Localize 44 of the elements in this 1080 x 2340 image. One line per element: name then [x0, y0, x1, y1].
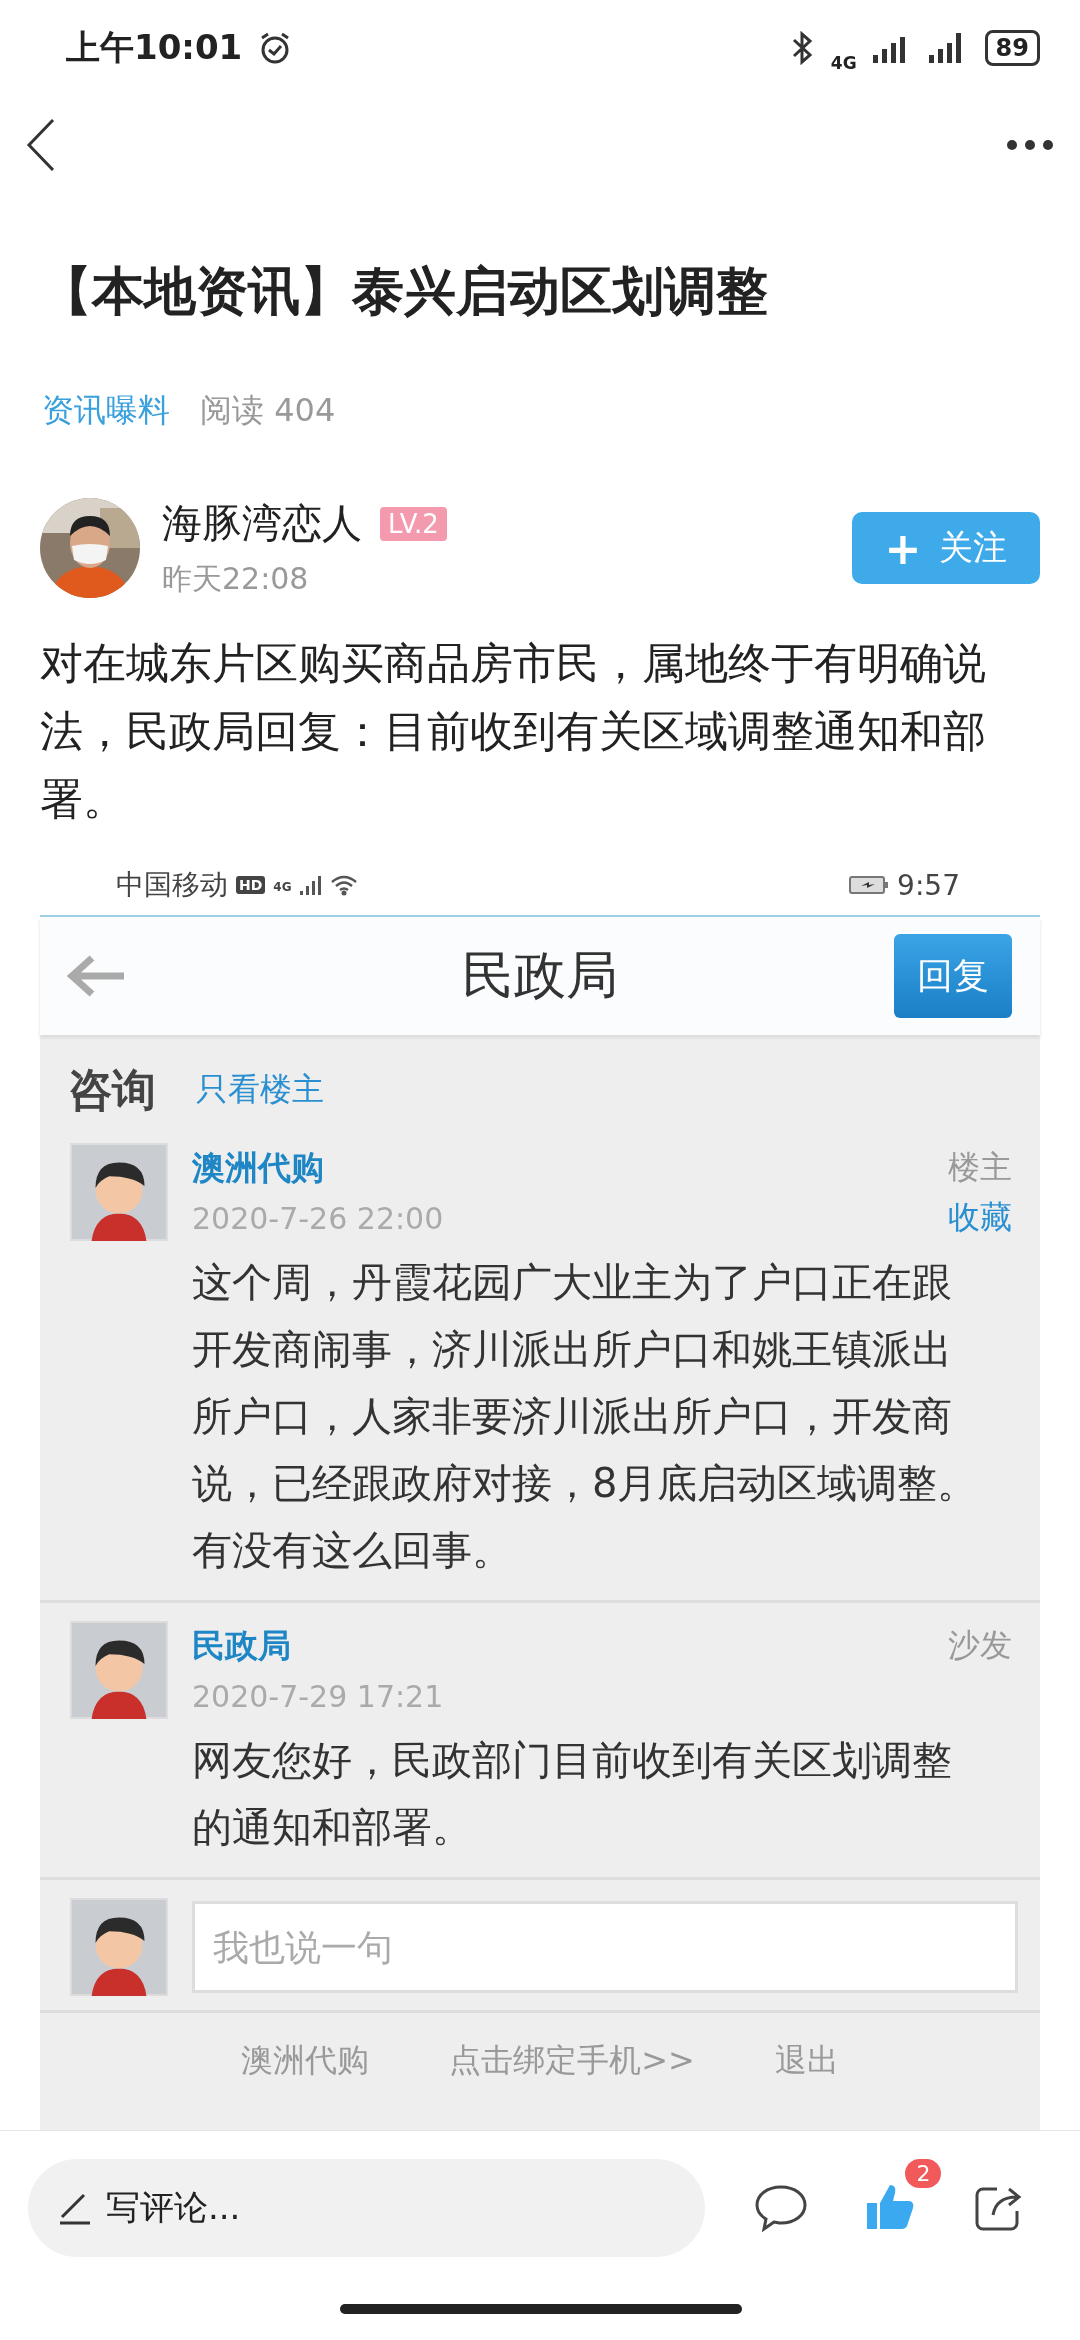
- more-icon[interactable]: [1006, 139, 1054, 151]
- network-label: 4G: [830, 52, 857, 73]
- floor-label: 沙发: [948, 1625, 1012, 1666]
- battery-icon: [849, 875, 890, 895]
- post-date: 2020-7-29 17:21: [192, 1678, 444, 1714]
- pen-icon: [58, 2191, 92, 2225]
- footer-link[interactable]: 澳洲代购: [241, 2039, 370, 2083]
- avatar-icon: [70, 1898, 168, 1996]
- article-text: 对在城东片区购买商品房市民，属地终于有明确说法，民政局回复：目前收到有关区域调整通知和部署。: [40, 637, 987, 826]
- comment-icon[interactable]: [753, 2184, 808, 2232]
- footer-link[interactable]: 点击绑定手机>>: [449, 2039, 695, 2083]
- category-link[interactable]: 资讯曝料: [42, 389, 170, 433]
- comment-field[interactable]: 写评论...: [28, 2159, 705, 2257]
- floor-label: 楼主: [948, 1147, 1012, 1188]
- article-title: 【本地资讯】泰兴启动区划调整: [39, 260, 769, 323]
- reply-button[interactable]: 回复: [894, 934, 1012, 1018]
- post-date: 2020-7-26 22:00: [192, 1200, 444, 1236]
- post-text: 网友您好，民政部门目前收到有关区划调整的通知和部署。: [192, 1736, 953, 1852]
- level-badge: LV.2: [380, 506, 447, 541]
- poster-name[interactable]: 民政局: [192, 1623, 291, 1669]
- avatar-icon: [70, 1621, 168, 1719]
- post-text: 这个周，丹霞花园广大业主为了户口正在跟开发商闹事，济川派出所户口和姚王镇派出所户口，人家非要济川派出所户口，开发商说，已经跟政府对接，8月底启动区域调整。有没有这么回事。: [192, 1258, 979, 1575]
- back-icon[interactable]: [26, 118, 56, 172]
- favorite-link[interactable]: 收藏: [948, 1196, 1012, 1240]
- footer-link[interactable]: 退出: [774, 2039, 839, 2083]
- like-count: 2: [905, 2159, 942, 2188]
- wifi-icon: [329, 874, 358, 896]
- carrier-name: 中国移动: [116, 867, 228, 903]
- network-label: 4G: [273, 880, 292, 894]
- status-time: 上午10:01: [66, 25, 243, 69]
- signal-icon: [299, 875, 322, 895]
- section-title: 咨询: [68, 1062, 156, 1117]
- read-count: 阅读 404: [200, 390, 336, 431]
- screenshot-time: 9:57: [897, 868, 960, 902]
- battery-level: 89: [984, 29, 1040, 66]
- post-time: 昨天22:08: [162, 560, 310, 598]
- hd-badge: HD: [236, 876, 266, 894]
- author-only-link[interactable]: 只看楼主: [196, 1068, 324, 1112]
- author-name[interactable]: 海豚湾恋人: [162, 496, 362, 551]
- reply-field[interactable]: 我也说一句: [192, 1901, 1018, 1993]
- avatar-icon: [70, 1143, 168, 1241]
- poster-name[interactable]: 澳洲代购: [192, 1145, 324, 1191]
- follow-button[interactable]: + 关注: [852, 512, 1040, 584]
- page-title: 民政局: [462, 944, 618, 1007]
